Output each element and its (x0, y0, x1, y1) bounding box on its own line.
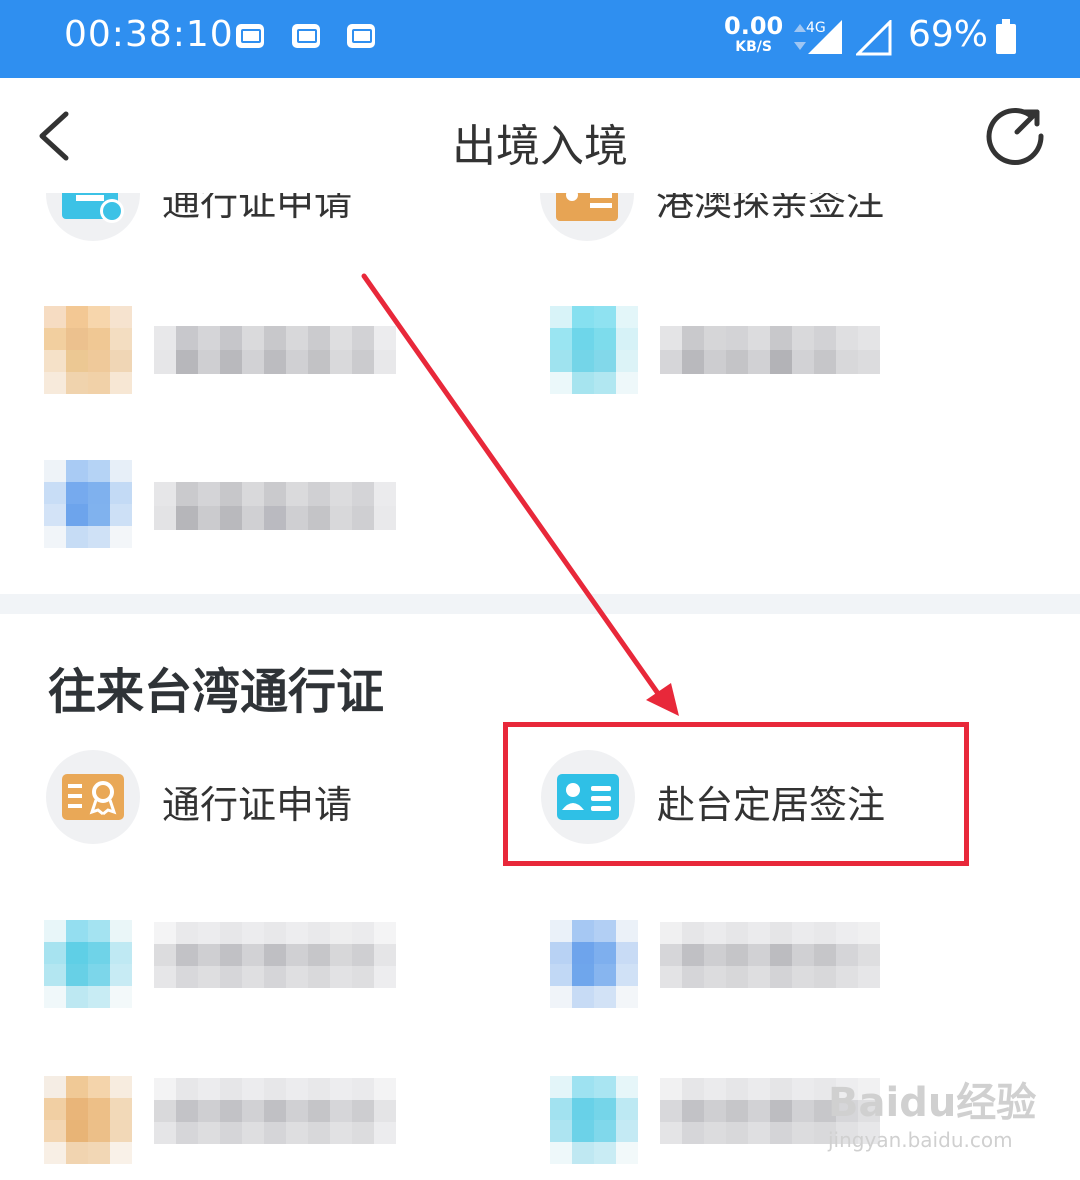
id-card-icon (556, 193, 618, 221)
network-type: 4G (806, 20, 826, 36)
blurred-label (660, 922, 880, 988)
blurred-label (154, 482, 396, 530)
network-speed-unit: KB/S (735, 39, 772, 55)
pass-card-icon (62, 193, 124, 223)
blurred-label (154, 922, 396, 988)
battery-percent: 69% (908, 14, 989, 55)
item-label: 通行证申请 (162, 783, 353, 827)
watermark-brand: Baidu经验 (828, 1080, 1037, 1126)
nav-header: 出境入境 (0, 78, 1080, 193)
blurred-label (154, 1078, 396, 1144)
section-divider (0, 594, 1080, 614)
item-label: 港澳探亲签注 (656, 193, 885, 224)
signal-4g-icon: 4G (794, 20, 842, 54)
refresh-icon[interactable] (985, 106, 1047, 168)
tw-pass-application-item[interactable]: 通行证申请 (46, 750, 466, 850)
mail-icon (347, 24, 375, 48)
mail-icon (292, 24, 320, 48)
blurred-icon (44, 920, 132, 1008)
blurred-label (154, 326, 396, 374)
status-time: 00:38:10 (64, 14, 234, 55)
blurred-icon (550, 1076, 638, 1164)
baidu-watermark: Baidu经验 jingyan.baidu.com (828, 1070, 1036, 1152)
blurred-icon (44, 460, 132, 548)
blurred-icon (550, 920, 638, 1008)
blurred-icon (550, 306, 638, 394)
section-title: 往来台湾通行证 (48, 664, 385, 720)
hk-visit-relatives-item[interactable]: 港澳探亲签注 (540, 193, 960, 247)
highlight-box (503, 722, 969, 866)
certificate-icon (62, 774, 124, 820)
hk-pass-application-item[interactable]: 通行证申请 (46, 193, 466, 247)
page-title: 出境入境 (452, 121, 628, 172)
icon-circle (46, 750, 140, 844)
pass-icon-circle (46, 193, 140, 241)
mail-icon (236, 24, 264, 48)
blurred-icon (44, 306, 132, 394)
visit-icon-circle (540, 193, 634, 241)
network-speed: 0.00 KB/S (724, 14, 783, 54)
blurred-icon (44, 1076, 132, 1164)
top-section-clip: 通行证申请 港澳探亲签注 (0, 193, 1080, 253)
signal-icon (856, 20, 892, 56)
item-label: 通行证申请 (162, 193, 353, 224)
network-speed-value: 0.00 (724, 12, 784, 40)
blurred-label (660, 326, 880, 374)
battery-icon (996, 19, 1016, 54)
watermark-site: jingyan.baidu.com (828, 1128, 1013, 1152)
status-bar: 00:38:10 0.00 KB/S 4G 69% (0, 0, 1080, 78)
